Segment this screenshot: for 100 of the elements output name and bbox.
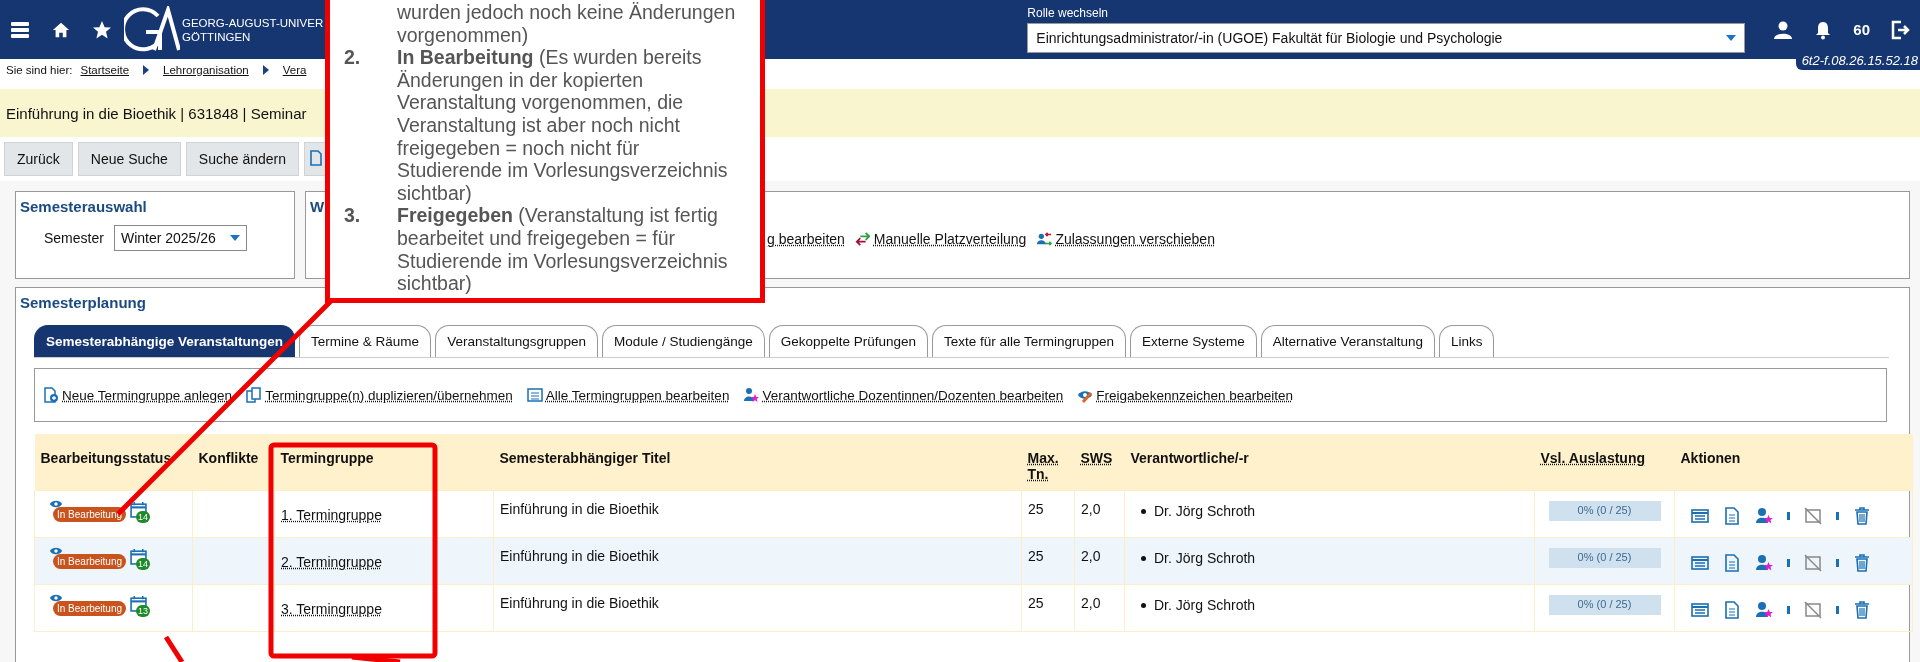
column-header: Bearbeitungsstatus [40,450,172,466]
action-link[interactable]: Freigabekennzeichen bearbeiten [1096,387,1293,403]
list-number: 3. [344,204,361,227]
annotation-line [351,654,401,662]
bullet-icon [1141,508,1146,514]
status-badge: In Bearbeitung [53,600,127,616]
list-icon [526,387,543,403]
table-cell: 2,0 [1081,500,1101,517]
caret-icon[interactable] [229,235,240,241]
new-document-icon [43,387,59,403]
crossed-screen-icon[interactable] [1804,553,1822,572]
person-name: Dr. Jörg Schroth [1154,550,1256,566]
annotation-line [163,635,185,662]
swap-arrows-icon [854,231,871,247]
callout-text: In Bearbeitung (Es wurden bereits Änderungen in der kopierten Veranstaltung vorgenommen, die Veranstaltung ist aber noch nicht freigegeben = noch nicht für Studierende im Vorlesungsverzeichnis sichtbar) [397,46,729,205]
person-star-icon[interactable] [1755,553,1773,572]
tab[interactable]: Gekoppelte Prüfungen [768,325,928,357]
group-link[interactable]: 2. Termingruppe [281,553,382,570]
group-link[interactable]: 3. Termingruppe [281,600,382,617]
chevron-icon [143,65,150,75]
action-link[interactable]: Manuelle Platzverteilung [873,231,1027,247]
chevron-icon [262,65,269,75]
trash-icon[interactable] [1853,600,1871,619]
column-header: Termingruppe [280,450,374,466]
eye-icon [49,498,63,509]
tab[interactable]: Semesterabhängige Veranstaltungen [34,325,296,357]
table-cell: Einführung in die Bioethik [500,547,659,564]
document-icon [308,149,325,166]
person-star-icon[interactable] [1755,600,1773,619]
role-select[interactable]: Einrichtungsadministrator/-in (UGOE) Fakultät für Biologie und Psychologie [1027,23,1746,53]
action-link[interactable]: Zulassungen verschieben [1055,231,1215,247]
load-text: 0% (0 / 25) [1576,597,1633,610]
tab[interactable]: Module / Studiengänge [602,325,765,357]
eye-icon [49,592,63,603]
action-link[interactable]: Neue Termingruppe anlegen [62,387,233,403]
table-cell: 25 [1028,547,1044,564]
toolbar-button[interactable]: Suche ändern [185,142,300,176]
user-icon[interactable] [1773,19,1794,40]
toolbar-button[interactable] [304,142,327,176]
document-icon[interactable] [1723,553,1741,572]
tab[interactable]: Termine & Räume [299,325,432,357]
action-link[interactable]: Termingruppe(n) duplizieren/übernehmen [265,387,513,403]
toolbar-button[interactable]: Neue Suche [77,142,181,176]
semester-label: Semester [44,230,104,246]
menu-icon[interactable] [10,19,30,40]
trash-icon[interactable] [1853,506,1871,525]
status-badge: In Bearbeitung [53,506,127,522]
star-icon[interactable] [92,19,112,40]
table-cell: Einführung in die Bioethik [500,594,659,611]
toolbar-button[interactable]: Zurück [4,142,73,176]
semester-select[interactable]: Winter 2025/26 [113,225,247,251]
table-icon[interactable] [1691,506,1709,525]
action-link[interactable]: Verantwortliche Dozentinnen/Dozenten bearbeiten [762,387,1064,403]
status-badge: In Bearbeitung [53,553,127,569]
panel-title: Semesterauswahl [20,198,147,215]
university-name: GÖTTINGEN [182,29,252,44]
breadcrumb-link[interactable]: Lehrorganisation [163,64,249,76]
tab[interactable]: Externe Systeme [1130,325,1257,357]
action-link[interactable]: Alle Termingruppen bearbeiten [545,387,730,403]
column-header: Semesterabhängiger Titel [499,450,671,466]
crossed-screen-icon[interactable] [1804,600,1822,619]
list-number: 2. [344,46,361,69]
breadcrumb-label: Sie sind hier: [6,64,73,76]
column-header: Vsl. Auslastung [1540,450,1645,466]
column-header: Konflikte [198,450,259,466]
table-icon[interactable] [1691,600,1709,619]
notification-count: 60 [1853,21,1870,38]
trash-icon[interactable] [1853,553,1871,572]
logo-icon[interactable] [124,5,180,54]
callout-text: Freigegeben (Veranstaltung ist fertig bearbeitet und freigegeben = für Studierende im Vorlesungsverzeichnis sichtbar) [397,204,729,295]
university-name: GEORG-AUGUST-UNIVER [182,15,324,30]
person-name: Dr. Jörg Schroth [1154,597,1256,613]
table-icon[interactable] [1691,553,1709,572]
tab[interactable]: Alternative Veranstaltung [1260,325,1435,357]
breadcrumb-link[interactable]: Vera [282,64,307,76]
copy-icon [246,387,263,403]
crossed-screen-icon[interactable] [1804,506,1822,525]
document-icon[interactable] [1723,506,1741,525]
bullet-icon [1141,602,1146,608]
tab[interactable]: Texte für alle Termingruppen [931,325,1127,357]
tab[interactable]: Veranstaltungsgruppen [435,325,598,357]
table-cell: 25 [1028,500,1044,517]
group-link[interactable]: 1. Termingruppe [281,506,382,523]
caret-icon[interactable] [1726,35,1737,41]
tab[interactable]: Links [1438,325,1495,357]
column-header: Max. Tn. [1027,450,1059,482]
document-icon[interactable] [1723,600,1741,619]
breadcrumb-link[interactable]: Startseite [80,64,130,76]
person-name: Dr. Jörg Schroth [1154,503,1256,519]
bullet-icon [1141,555,1146,561]
callout-text: wurden jedoch noch keine Änderungen vorgenommen) [397,1,737,47]
logout-icon[interactable] [1890,19,1910,40]
eye-icon [49,545,63,556]
column-header: SWS [1080,450,1113,466]
people-arrows-icon [1036,231,1053,247]
panel-title: W [310,198,325,215]
column-header: Aktionen [1680,450,1741,466]
person-star-icon [743,387,760,403]
person-star-icon[interactable] [1755,506,1773,525]
action-link[interactable]: g bearbeiten [767,231,845,247]
